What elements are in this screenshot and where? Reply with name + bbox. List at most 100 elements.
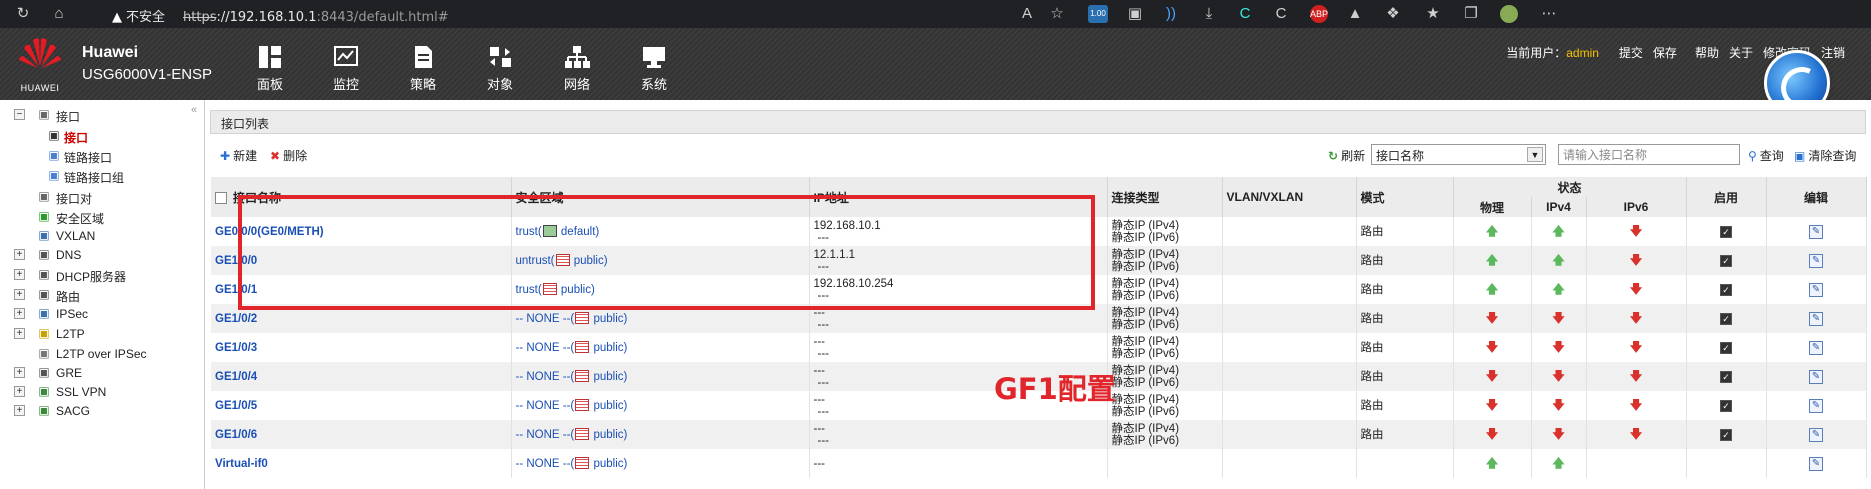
address-bar[interactable]: ▲ 不安全 https://192.168.10.1:8443/default.ht… [112, 6, 449, 25]
expand-icon[interactable]: + [14, 405, 25, 416]
interface-name-link[interactable]: Virtual-if0 [211, 449, 512, 478]
search-input[interactable] [1558, 144, 1740, 165]
sidebar-item-8[interactable]: + ▣ DHCP服务器 [0, 264, 205, 286]
select-all-checkbox[interactable] [215, 191, 227, 204]
favorite-add-icon[interactable]: ☆ [1048, 5, 1066, 23]
read-aloud-icon[interactable]: A [1018, 5, 1036, 23]
conn-ipv6: 静态IP (IPv6) [1111, 405, 1180, 418]
huawei-logo: HUAWEI [16, 36, 64, 93]
reload-icon[interactable]: ↻ [14, 5, 32, 23]
expand-icon[interactable]: + [14, 386, 25, 397]
nav-system[interactable]: 系统 [624, 44, 684, 93]
col-vlan[interactable]: VLAN/VXLAN [1222, 177, 1357, 217]
commit-link[interactable]: 提交 [1619, 46, 1643, 60]
interface-name-link[interactable]: GE1/0/6 [211, 420, 512, 449]
download-icon[interactable]: ⤓ [1200, 5, 1218, 23]
search-field-select[interactable]: 接口名称 ▼ [1371, 144, 1546, 165]
collections-icon[interactable]: ❐ [1462, 5, 1480, 23]
clear-icon: ▣ [1794, 149, 1806, 163]
enable-checkbox[interactable]: ✓ [1720, 225, 1733, 238]
sidebar-item-7[interactable]: + ▣ DNS [0, 244, 205, 266]
triangle-extension-icon[interactable]: ▲ [1346, 5, 1364, 23]
vsys-icon [575, 341, 590, 353]
edit-icon[interactable]: ✎ [1809, 369, 1824, 384]
extension-badge-icon[interactable]: 1.00 [1088, 5, 1108, 23]
clear-query-button[interactable]: ▣ 清除查询 [1794, 147, 1856, 164]
help-link[interactable]: 帮助 [1695, 46, 1719, 60]
interface-name-link[interactable]: GE1/0/3 [211, 333, 512, 362]
c-settings-icon[interactable]: C [1272, 5, 1290, 23]
c-extension-icon[interactable]: C [1236, 5, 1254, 23]
edit-icon[interactable]: ✎ [1809, 340, 1824, 355]
arrow-down-icon: 🡇 [1552, 427, 1565, 441]
enable-cell: ✓ [1686, 304, 1767, 333]
home-icon[interactable]: ⌂ [50, 5, 68, 23]
mode-cell: 路由 [1356, 275, 1454, 304]
favorites-icon[interactable]: ★ [1424, 5, 1442, 23]
sidebar-item-2[interactable]: ▣ 链路接口 [0, 145, 205, 167]
nav-monitor[interactable]: 监控 [316, 44, 376, 93]
zone-cell[interactable]: -- NONE --( public) [511, 362, 810, 391]
col-conn[interactable]: 连接类型 [1107, 177, 1223, 217]
save-link[interactable]: 保存 [1653, 46, 1677, 60]
zone-cell[interactable]: -- NONE --( public) [511, 333, 810, 362]
interface-name-link[interactable]: GE1/0/5 [211, 391, 512, 420]
enable-checkbox[interactable]: ✓ [1720, 428, 1733, 441]
collapse-sidebar-icon[interactable]: « [191, 104, 197, 116]
audio-extension-icon[interactable]: )) [1162, 5, 1180, 23]
enable-checkbox[interactable]: ✓ [1720, 312, 1733, 325]
extension-icon[interactable]: ▣ [1126, 5, 1144, 23]
logout-link[interactable]: 注销 [1821, 46, 1845, 60]
new-button[interactable]: ✚ 新建 [220, 147, 257, 164]
delete-button[interactable]: ✖ 删除 [270, 147, 307, 164]
zone-name: -- NONE --( [515, 342, 575, 354]
table-row[interactable]: GE1/0/6 -- NONE --( public) --- --- 静态IP (IP… [211, 420, 1867, 449]
zone-cell[interactable]: -- NONE --( public) [511, 391, 810, 420]
sidebar-item-11[interactable]: + ▣ L2TP [0, 323, 205, 345]
edit-icon[interactable]: ✎ [1809, 224, 1824, 239]
edit-icon[interactable]: ✎ [1809, 427, 1824, 442]
edit-icon[interactable]: ✎ [1809, 311, 1824, 326]
expand-icon[interactable]: + [14, 249, 25, 260]
nav-object[interactable]: 对象 [470, 44, 530, 93]
profile-avatar-icon[interactable] [1500, 5, 1518, 23]
edit-icon[interactable]: ✎ [1809, 398, 1824, 413]
enable-checkbox[interactable]: ✓ [1720, 399, 1733, 412]
expand-icon[interactable]: + [14, 308, 25, 319]
zone-cell[interactable]: -- NONE --( public) [511, 449, 810, 478]
puzzle-icon[interactable]: ❖ [1384, 5, 1402, 23]
edit-icon[interactable]: ✎ [1809, 456, 1824, 471]
expand-icon[interactable]: + [14, 328, 25, 339]
adblock-icon[interactable]: ABP [1310, 5, 1328, 23]
expand-icon[interactable]: + [14, 367, 25, 378]
sidebar-item-15[interactable]: + ▣ SACG [0, 400, 205, 422]
zone-cell[interactable]: -- NONE --( public) [511, 420, 810, 449]
sidebar-item-10[interactable]: + ▣ IPSec [0, 303, 205, 325]
edit-icon[interactable]: ✎ [1809, 282, 1824, 297]
nav-policy[interactable]: 策略 [393, 44, 453, 93]
nav-dashboard[interactable]: 面板 [240, 44, 300, 93]
table-row[interactable]: GE1/0/3 -- NONE --( public) --- --- 静态IP (IP… [211, 333, 1867, 362]
col-mode[interactable]: 模式 [1356, 177, 1454, 217]
ipv6-status: 🡇 [1586, 246, 1687, 275]
enable-checkbox[interactable]: ✓ [1720, 254, 1733, 267]
sidebar-item-1[interactable]: ▣ 接口 [0, 125, 205, 147]
sidebar-item-4[interactable]: ▣ 接口对 [0, 186, 205, 208]
refresh-button[interactable]: ↻ 刷新 [1328, 147, 1365, 164]
nav-network[interactable]: 网络 [547, 44, 607, 93]
sidebar-item-3[interactable]: ▣ 链路接口组 [0, 165, 205, 187]
more-menu-icon[interactable]: ⋯ [1540, 5, 1558, 23]
collapse-icon[interactable]: − [14, 109, 25, 120]
edit-icon[interactable]: ✎ [1809, 253, 1824, 268]
sidebar-item-0[interactable]: − ▣ 接口 [0, 104, 205, 126]
arrow-down-icon: 🡇 [1629, 340, 1643, 354]
enable-checkbox[interactable]: ✓ [1720, 370, 1733, 383]
enable-checkbox[interactable]: ✓ [1720, 283, 1733, 296]
interface-name-link[interactable]: GE1/0/4 [211, 362, 512, 391]
about-link[interactable]: 关于 [1729, 46, 1753, 60]
expand-icon[interactable]: + [14, 289, 25, 300]
table-row[interactable]: Virtual-if0 -- NONE --( public) --- 🡅 🡅 ✎ [211, 449, 1867, 478]
expand-icon[interactable]: + [14, 269, 25, 280]
enable-checkbox[interactable]: ✓ [1720, 341, 1733, 354]
query-button[interactable]: ⚲ 查询 [1748, 147, 1784, 164]
